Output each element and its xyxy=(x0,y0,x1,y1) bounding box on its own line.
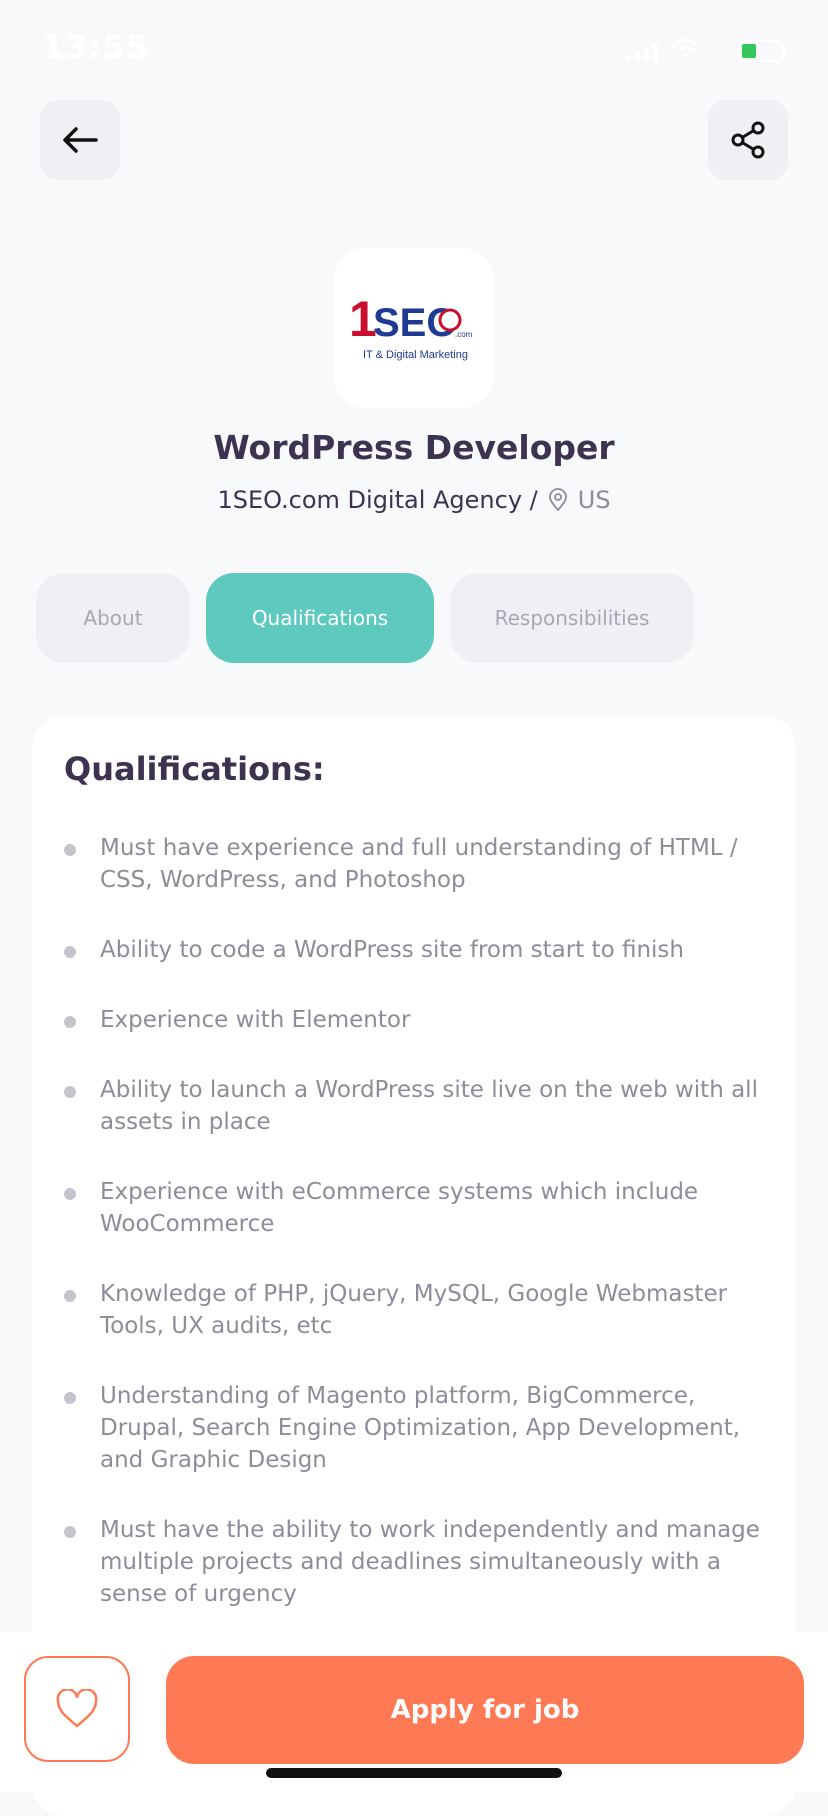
heart-icon xyxy=(56,1689,98,1728)
company-logo-graphic: 1 SEO .com IT & Digital Marketing xyxy=(349,291,473,361)
share-button[interactable] xyxy=(708,100,788,180)
home-indicator[interactable] xyxy=(266,1768,562,1778)
list-item: Must have the ability to work independen… xyxy=(32,1514,796,1610)
list-item-text: Experience with eCommerce systems which … xyxy=(100,1179,699,1237)
company-name: 1SEO.com Digital Agency / xyxy=(217,486,538,514)
apply-button[interactable]: Apply for job xyxy=(166,1656,804,1764)
job-title: WordPress Developer xyxy=(213,428,615,467)
list-item: Experience with Elementor xyxy=(32,1004,796,1036)
tab-about[interactable]: About xyxy=(36,573,190,663)
bullet-icon xyxy=(64,1086,76,1098)
tab-responsibilities[interactable]: Responsibilities xyxy=(450,573,694,663)
list-item-text: Understanding of Magento platform, BigCo… xyxy=(100,1383,741,1473)
list-item-text: Experience with Elementor xyxy=(100,1007,411,1033)
company-logo: 1 SEO .com IT & Digital Marketing xyxy=(334,248,494,408)
signal-icon xyxy=(626,44,658,62)
logo-com: .com xyxy=(455,330,473,339)
bullet-icon xyxy=(64,1290,76,1302)
bullet-icon xyxy=(64,946,76,958)
bullet-icon xyxy=(64,844,76,856)
bullet-icon xyxy=(64,1188,76,1200)
job-location: US xyxy=(577,486,611,514)
logo-tagline: IT & Digital Marketing xyxy=(363,349,468,361)
bullet-icon xyxy=(64,1392,76,1404)
tab-bar: About Qualifications Responsibilities xyxy=(0,573,828,663)
share-icon xyxy=(731,121,765,159)
battery-icon xyxy=(738,40,787,62)
bullet-icon xyxy=(64,1526,76,1538)
wifi-icon xyxy=(673,38,699,58)
section-heading: Qualifications: xyxy=(64,750,325,788)
favorite-button[interactable] xyxy=(24,1656,130,1762)
company-location-line: 1SEO.com Digital Agency / US xyxy=(0,486,828,514)
status-time: 13:55 xyxy=(42,28,149,66)
list-item: Must have experience and full understand… xyxy=(32,832,796,896)
list-item-text: Ability to launch a WordPress site live … xyxy=(100,1077,758,1135)
arrow-left-icon xyxy=(63,127,98,153)
qualifications-list: Must have experience and full understand… xyxy=(32,832,796,1648)
list-item: Understanding of Magento platform, BigCo… xyxy=(32,1380,796,1476)
list-item-text: Knowledge of PHP, jQuery, MySQL, Google … xyxy=(100,1281,728,1339)
back-button[interactable] xyxy=(40,100,120,180)
status-bar: 13:55 ☾ xyxy=(0,0,828,100)
list-item: Ability to launch a WordPress site live … xyxy=(32,1074,796,1138)
list-item: Knowledge of PHP, jQuery, MySQL, Google … xyxy=(32,1278,796,1342)
map-pin-icon xyxy=(548,488,567,512)
list-item: Experience with eCommerce systems which … xyxy=(32,1176,796,1240)
list-item-text: Ability to code a WordPress site from st… xyxy=(100,937,684,963)
logo-badge-icon xyxy=(438,308,462,332)
bullet-icon xyxy=(64,1016,76,1028)
list-item-text: Must have experience and full understand… xyxy=(100,835,738,893)
list-item: Ability to code a WordPress site from st… xyxy=(32,934,796,966)
moon-icon: ☾ xyxy=(136,30,162,63)
tab-qualifications[interactable]: Qualifications xyxy=(206,573,434,663)
list-item-text: Must have the ability to work independen… xyxy=(100,1517,760,1607)
